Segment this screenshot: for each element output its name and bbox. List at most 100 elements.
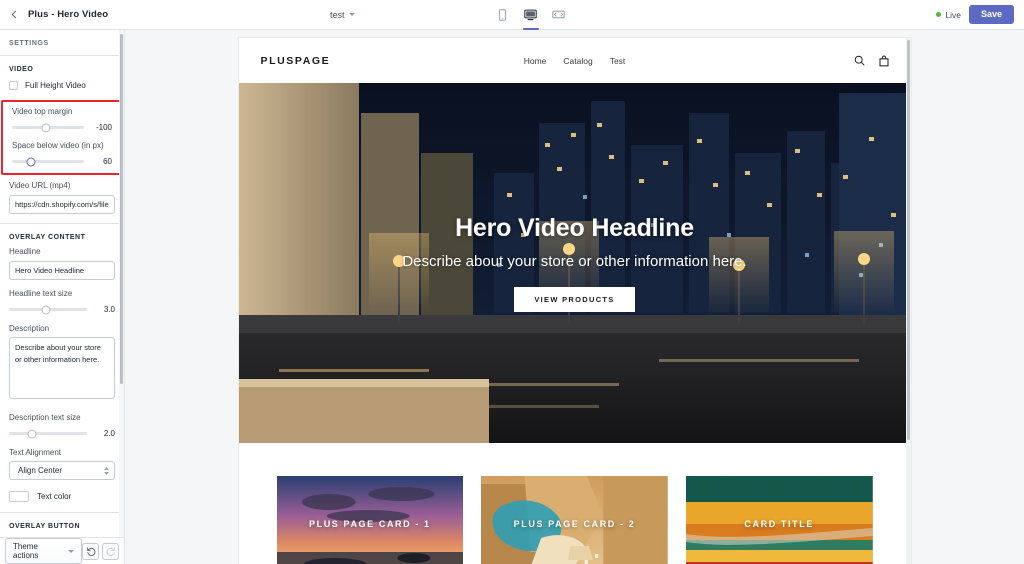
nav-item-home[interactable]: Home — [524, 56, 547, 66]
theme-actions-label: Theme actions — [13, 542, 39, 560]
text-color-picker[interactable]: Text color — [0, 489, 124, 512]
headline-text-size-slider-row: 3.0 — [0, 302, 124, 324]
card-item[interactable]: CARD TITLE — [685, 476, 873, 564]
nav-item-catalog[interactable]: Catalog — [563, 56, 592, 66]
select-arrows-icon — [104, 466, 109, 475]
hero-description: Describe about your store or other infor… — [402, 253, 747, 270]
headline-field: Headline — [0, 247, 124, 289]
live-dot-icon — [936, 12, 942, 17]
card-title: PLUS PAGE CARD - 2 — [513, 519, 636, 529]
description-text-size-field: Description text size — [0, 413, 124, 422]
topbar-left: Plus - Hero Video — [0, 0, 125, 29]
sidebar-scrollbar-thumb[interactable] — [120, 34, 123, 384]
hero-overlay-content: Hero Video Headline Describe about your … — [239, 83, 911, 443]
history-controls — [82, 542, 119, 560]
headline-text-size-value: 3.0 — [103, 305, 115, 314]
redo-button[interactable] — [102, 542, 119, 560]
slider-knob[interactable] — [27, 429, 37, 438]
topbar-center: test — [125, 0, 936, 30]
text-color-label: Text color — [37, 492, 72, 501]
description-text-size-label: Description text size — [9, 413, 81, 422]
text-alignment-select[interactable]: Align Center — [9, 461, 115, 480]
card-item[interactable]: PLUS PAGE CARD - 1 — [276, 476, 464, 564]
video-top-margin-value: -100 — [95, 123, 112, 132]
chevron-down-icon — [68, 549, 74, 553]
search-icon[interactable] — [854, 55, 865, 66]
hero-headline: Hero Video Headline — [455, 214, 694, 242]
video-url-input[interactable] — [9, 195, 115, 214]
nav-item-test[interactable]: Test — [610, 56, 626, 66]
video-top-margin-slider-row: -100 — [3, 120, 121, 132]
desktop-preview-button[interactable] — [522, 0, 540, 30]
hero-video-section[interactable]: Hero Video Headline Describe about your … — [238, 83, 911, 443]
description-text-size-slider-row: 2.0 — [0, 426, 124, 448]
preview-area: PLUSPAGE Home Catalog Test Hero Video He… — [125, 30, 1024, 564]
checkbox-icon — [9, 81, 18, 90]
cart-icon[interactable] — [879, 55, 889, 67]
description-field: Description Describe about your store or… — [0, 324, 124, 413]
full-height-video-label: Full Height Video — [25, 81, 86, 90]
space-below-video-slider[interactable] — [12, 157, 84, 166]
video-url-field: Video URL (mp4) — [0, 181, 124, 223]
live-status-badge[interactable]: Live — [936, 10, 961, 20]
description-text-size-value: 2.0 — [103, 429, 115, 438]
sidebar-scroll-region: Settings Video Full Height Video Video t… — [0, 30, 124, 537]
slider-knob[interactable] — [26, 157, 36, 166]
overlay-content-heading: Overlay Content — [9, 234, 86, 241]
video-top-margin-slider[interactable] — [12, 123, 84, 132]
sidebar-footer: Theme actions — [0, 537, 124, 564]
settings-sidebar: Settings Video Full Height Video Video t… — [0, 30, 125, 564]
description-text-size-slider[interactable] — [9, 429, 87, 438]
color-swatch-icon — [9, 491, 29, 502]
page-selector[interactable]: test — [330, 10, 355, 20]
overlay-button-text-label: Text — [9, 536, 115, 537]
back-button[interactable] — [6, 7, 22, 23]
full-height-video-checkbox[interactable]: Full Height Video — [0, 79, 124, 100]
headline-input[interactable] — [9, 261, 115, 280]
text-alignment-field: Text Alignment Align Center — [0, 448, 124, 489]
fullwidth-preview-button[interactable] — [550, 0, 568, 29]
theme-actions-button[interactable]: Theme actions — [5, 538, 82, 564]
store-header-icons — [854, 55, 889, 67]
video-top-margin-label: Video top margin — [12, 107, 73, 116]
description-label: Description — [9, 324, 50, 333]
preview-scrollbar-track[interactable] — [905, 38, 911, 564]
headline-label: Headline — [9, 247, 41, 256]
top-bar: Plus - Hero Video test Live Save — [0, 0, 1024, 30]
undo-button[interactable] — [82, 542, 99, 560]
page-title: Plus - Hero Video — [28, 9, 109, 20]
slider-knob[interactable] — [41, 123, 51, 132]
live-label: Live — [945, 9, 961, 20]
preview-scrollbar-thumb[interactable] — [906, 40, 910, 440]
hero-cta-button[interactable]: VIEW PRODUCTS — [514, 287, 635, 312]
space-below-video-slider-row: 60 — [3, 154, 121, 166]
space-below-video-label: Space below video (in px) — [12, 141, 104, 150]
storefront-preview[interactable]: PLUSPAGE Home Catalog Test Hero Video He… — [238, 38, 911, 564]
page-selector-label: test — [330, 9, 345, 20]
video-section-heading: Video — [9, 66, 34, 73]
text-alignment-value: Align Center — [18, 466, 63, 475]
headline-text-size-label: Headline text size — [9, 289, 73, 298]
settings-label: Settings — [9, 40, 49, 47]
store-nav: Home Catalog Test — [524, 56, 626, 66]
slider-knob[interactable] — [41, 305, 51, 314]
save-button[interactable]: Save — [968, 5, 1014, 24]
video-url-label: Video URL (mp4) — [9, 181, 71, 190]
text-alignment-label: Text Alignment — [9, 448, 62, 457]
sidebar-scrollbar-track[interactable] — [119, 30, 124, 537]
store-logo[interactable]: PLUSPAGE — [261, 55, 331, 67]
mobile-preview-button[interactable] — [494, 0, 512, 29]
card-title: PLUS PAGE CARD - 1 — [309, 519, 431, 529]
topbar-right: Live Save — [936, 0, 1024, 29]
cards-section: PLUS PAGE CARD - 1 PLUS PAGE CARD - 2 CA… — [239, 443, 911, 564]
description-textarea[interactable]: Describe about your store or other infor… — [9, 337, 115, 399]
space-below-video-value: 60 — [103, 157, 112, 166]
store-header: PLUSPAGE Home Catalog Test — [238, 38, 911, 83]
card-item[interactable]: PLUS PAGE CARD - 2 — [481, 476, 668, 564]
card-title: CARD TITLE — [744, 519, 814, 529]
headline-text-size-slider[interactable] — [9, 305, 87, 314]
theme-editor: Plus - Hero Video test Live Save SETTING… — [0, 0, 1024, 564]
device-preview-group — [494, 0, 568, 30]
overlay-button-heading: Overlay Button — [9, 523, 81, 530]
editor-body: Settings Video Full Height Video Video t… — [0, 30, 1024, 564]
